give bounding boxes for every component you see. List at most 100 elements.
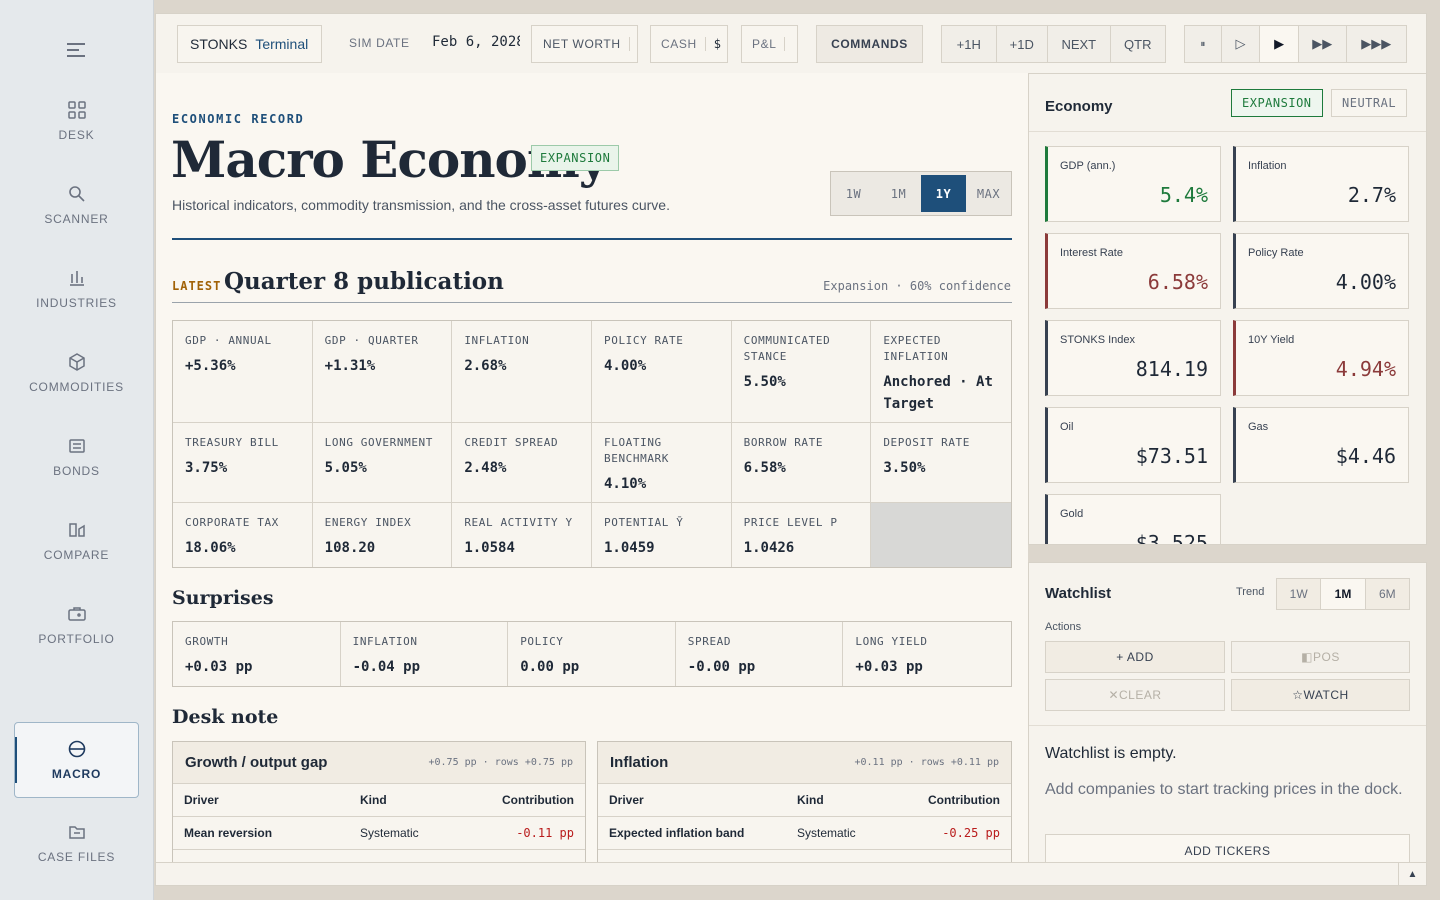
row-contribution: -0.25 pp (889, 816, 1011, 850)
indicator-value: Anchored · At Target (883, 374, 993, 412)
trend-1w[interactable]: 1W (1277, 579, 1322, 609)
pause-button[interactable]: ⏸ (1185, 26, 1222, 62)
speed-controls: ⏸ ▷ ▶ ▶▶ ▶▶▶ (1184, 25, 1407, 63)
kpi-card: Gas $4.46 (1233, 407, 1409, 483)
nav-portfolio[interactable]: PORTFOLIO (14, 604, 139, 680)
indicator-cell: BORROW RATE 6.58% (731, 423, 872, 503)
nav-scanner[interactable]: SCANNER (14, 184, 139, 260)
col-contribution: Contribution (889, 784, 1011, 817)
surprises-title: Surprises (172, 587, 274, 609)
play-slow-button[interactable]: ▷ (1222, 26, 1261, 62)
fast-forward-button[interactable]: ▶▶ (1299, 26, 1347, 62)
dock-toggle-icon[interactable]: ▲ (1398, 863, 1426, 885)
panel-divider (1029, 131, 1426, 132)
kpi-label: 10Y Yield (1248, 334, 1295, 346)
indicator-value: 1.0426 (743, 540, 795, 556)
indicator-label: REAL ACTIVITY Y (464, 516, 573, 529)
watchlist-panel: Watchlist Trend 1W 1M 6M Actions + ADD ◧… (1028, 562, 1427, 863)
indicator-label: GDP · ANNUAL (185, 334, 272, 347)
surprise-cell: LONG YIELD +0.03 pp (843, 622, 1011, 686)
play-button[interactable]: ▶ (1260, 26, 1299, 62)
kpi-label: Policy Rate (1248, 247, 1304, 259)
nav-commodities[interactable]: COMMODITIES (14, 352, 139, 428)
kpi-value: 2.7% (1347, 183, 1396, 207)
row-driver: Expected inflation band (598, 816, 786, 850)
indicator-cell: ENERGY INDEX 108.20 (313, 503, 453, 567)
indicator-cell: POTENTIAL Ȳ 1.0459 (592, 503, 732, 567)
nav-industries[interactable]: INDUSTRIES (14, 268, 139, 344)
net-worth-label: NET WORTH (543, 37, 621, 51)
indicator-value: 5.05% (324, 460, 367, 476)
step-qtr-button[interactable]: QTR (1111, 26, 1166, 62)
kpi-card: Gold $3,525 (1045, 494, 1221, 544)
range-max[interactable]: MAX (966, 172, 1011, 215)
indicator-value: 1.0459 (604, 540, 655, 556)
fastest-button[interactable]: ▶▶▶ (1347, 26, 1406, 62)
note-inflation: Inflation +0.11 pp · rows +0.11 pp Driver… (597, 741, 1012, 863)
menu-icon[interactable] (67, 43, 85, 59)
kpi-label: GDP (ann.) (1060, 160, 1116, 172)
title-rule (172, 238, 1012, 240)
indicator-label: POLICY RATE (604, 334, 684, 347)
page-subtitle: Historical indicators, commodity transmi… (172, 197, 670, 213)
note-table: Driver Kind Contribution Expected inflatio… (598, 784, 1011, 850)
surprise-cell: SPREAD -0.00 pp (676, 622, 844, 686)
indicator-cell: POLICY RATE 4.00% (592, 321, 732, 423)
surprise-value: 0.00 pp (520, 659, 580, 675)
kpi-card: GDP (ann.) 5.4% (1045, 146, 1221, 222)
row-contribution: -0.11 pp (458, 816, 585, 850)
watch-button[interactable]: ☆WATCH (1231, 679, 1410, 711)
surprise-label: GROWTH (185, 635, 229, 648)
nav-label: INDUSTRIES (36, 296, 117, 310)
nav-desk[interactable]: DESK (14, 100, 139, 176)
range-1w[interactable]: 1W (831, 172, 876, 215)
note-meta: +0.75 pp · rows +0.75 pp (428, 757, 574, 768)
add-tickers-button[interactable]: ADD TICKERS (1045, 834, 1410, 862)
surprise-label: SPREAD (687, 635, 732, 648)
nav-compare[interactable]: COMPARE (14, 520, 139, 596)
indicator-label: CREDIT SPREAD (464, 436, 559, 449)
grid-icon (67, 101, 86, 119)
indicator-label: INFLATION (464, 334, 530, 347)
regime-tag: EXPANSION (1231, 89, 1323, 117)
indicator-cell: GDP · QUARTER +1.31% (312, 321, 453, 423)
step-1d-button[interactable]: +1D (997, 26, 1049, 62)
commands-button[interactable]: COMMANDS (816, 25, 923, 63)
clear-button[interactable]: ✕CLEAR (1045, 679, 1225, 711)
indicator-label: ENERGY INDEX (324, 516, 412, 529)
surprise-label: LONG YIELD (855, 635, 928, 648)
folder-icon (68, 826, 85, 839)
nav-label: BONDS (53, 464, 100, 478)
cash-box[interactable]: CASH $ (650, 25, 728, 63)
surprise-cell: GROWTH +0.03 pp (173, 622, 341, 686)
net-worth-box[interactable]: NET WORTH (531, 25, 638, 63)
indicator-label: FLOATING BENCHMARK (604, 436, 670, 465)
cube-icon (68, 353, 85, 371)
surprise-value: +0.03 pp (855, 659, 923, 675)
kpi-value: $4.46 (1335, 444, 1396, 468)
nav-bonds[interactable]: BONDS (14, 436, 139, 512)
indicator-cell: CREDIT SPREAD 2.48% (452, 423, 592, 503)
surprise-value: +0.03 pp (185, 659, 253, 675)
indicator-cell: EXPECTED INFLATION Anchored · At Target (871, 321, 1011, 423)
nav-label: COMPARE (43, 548, 110, 562)
range-1m[interactable]: 1M (876, 172, 921, 215)
indicator-cell: GDP · ANNUAL +5.36% (173, 321, 313, 423)
trend-1m[interactable]: 1M (1321, 579, 1366, 609)
note-title: Growth / output gap (185, 754, 328, 771)
step-next-button[interactable]: NEXT (1048, 26, 1111, 62)
kpi-card: Policy Rate 4.00% (1233, 233, 1409, 309)
cash-value: $ (713, 37, 722, 51)
kpi-label: Interest Rate (1060, 247, 1123, 259)
range-1y[interactable]: 1Y (921, 175, 966, 212)
nav-case-files[interactable]: CASE FILES (14, 822, 139, 898)
step-1h-button[interactable]: +1H (942, 26, 997, 62)
indicator-label: POTENTIAL Ȳ (604, 516, 684, 529)
pl-box[interactable]: P&L (741, 25, 798, 63)
position-button[interactable]: ◧POS (1231, 641, 1410, 673)
economy-panel: Economy EXPANSION NEUTRAL GDP (ann.) 5.4%… (1028, 73, 1427, 545)
stance-tag: NEUTRAL (1331, 89, 1408, 117)
add-button[interactable]: + ADD (1045, 641, 1225, 673)
trend-6m[interactable]: 6M (1366, 579, 1409, 609)
nav-macro[interactable]: MACRO (14, 722, 139, 798)
